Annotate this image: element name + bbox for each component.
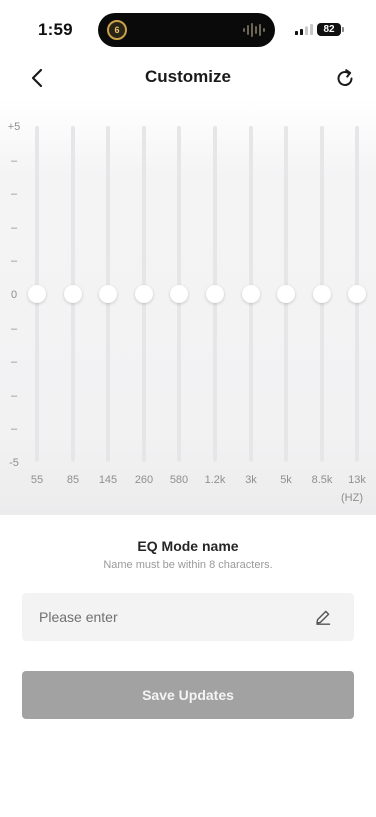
eq-slider-knob[interactable]	[170, 285, 188, 303]
eq-band-55: 55	[22, 126, 52, 506]
eq-frequency-label: 13k	[348, 474, 366, 486]
eq-mode-name-input[interactable]	[39, 593, 309, 641]
save-updates-button[interactable]: Save Updates	[22, 671, 354, 719]
eq-band-3k: 3k	[236, 126, 266, 506]
eq-slider-knob[interactable]	[99, 285, 117, 303]
battery-indicator: 82	[317, 23, 341, 36]
eq-mode-name-field[interactable]	[22, 593, 354, 641]
eq-band-5k: 5k	[271, 126, 301, 506]
eq-band-260: 260	[129, 126, 159, 506]
eq-band-1.2k: 1.2k	[200, 126, 230, 506]
eq-band-85: 85	[58, 126, 88, 506]
eq-slider-knob[interactable]	[135, 285, 153, 303]
status-time: 1:59	[38, 20, 73, 39]
frequency-unit-label: (HZ)	[341, 492, 363, 504]
eq-slider-knob[interactable]	[64, 285, 82, 303]
eq-slider-knob[interactable]	[348, 285, 366, 303]
eq-band-145: 145	[93, 126, 123, 506]
eq-band-580: 580	[164, 126, 194, 506]
eq-slider-knob[interactable]	[313, 285, 331, 303]
battery-cap	[342, 27, 344, 32]
island-app-icon: 6	[107, 20, 127, 40]
eq-mode-name-hint: Name must be within 8 characters.	[103, 559, 273, 571]
eq-band-8.5k: 8.5k	[307, 126, 337, 506]
pencil-icon[interactable]	[314, 608, 332, 626]
eq-slider-knob[interactable]	[28, 285, 46, 303]
cellular-signal-icon	[295, 24, 313, 35]
eq-mode-name-title: EQ Mode name	[137, 538, 239, 554]
eq-slider-knob[interactable]	[206, 285, 224, 303]
refresh-icon[interactable]	[334, 66, 356, 90]
eq-slider-knob[interactable]	[277, 285, 295, 303]
status-bar: 1:59 6 82	[0, 0, 376, 60]
dynamic-island[interactable]: 6	[98, 13, 275, 47]
page-title: Customize	[145, 67, 231, 86]
eq-slider-knob[interactable]	[242, 285, 260, 303]
audio-wave-icon	[243, 23, 265, 37]
eq-band-13k: 13k	[342, 126, 372, 506]
nav-header: Customize	[0, 58, 376, 98]
